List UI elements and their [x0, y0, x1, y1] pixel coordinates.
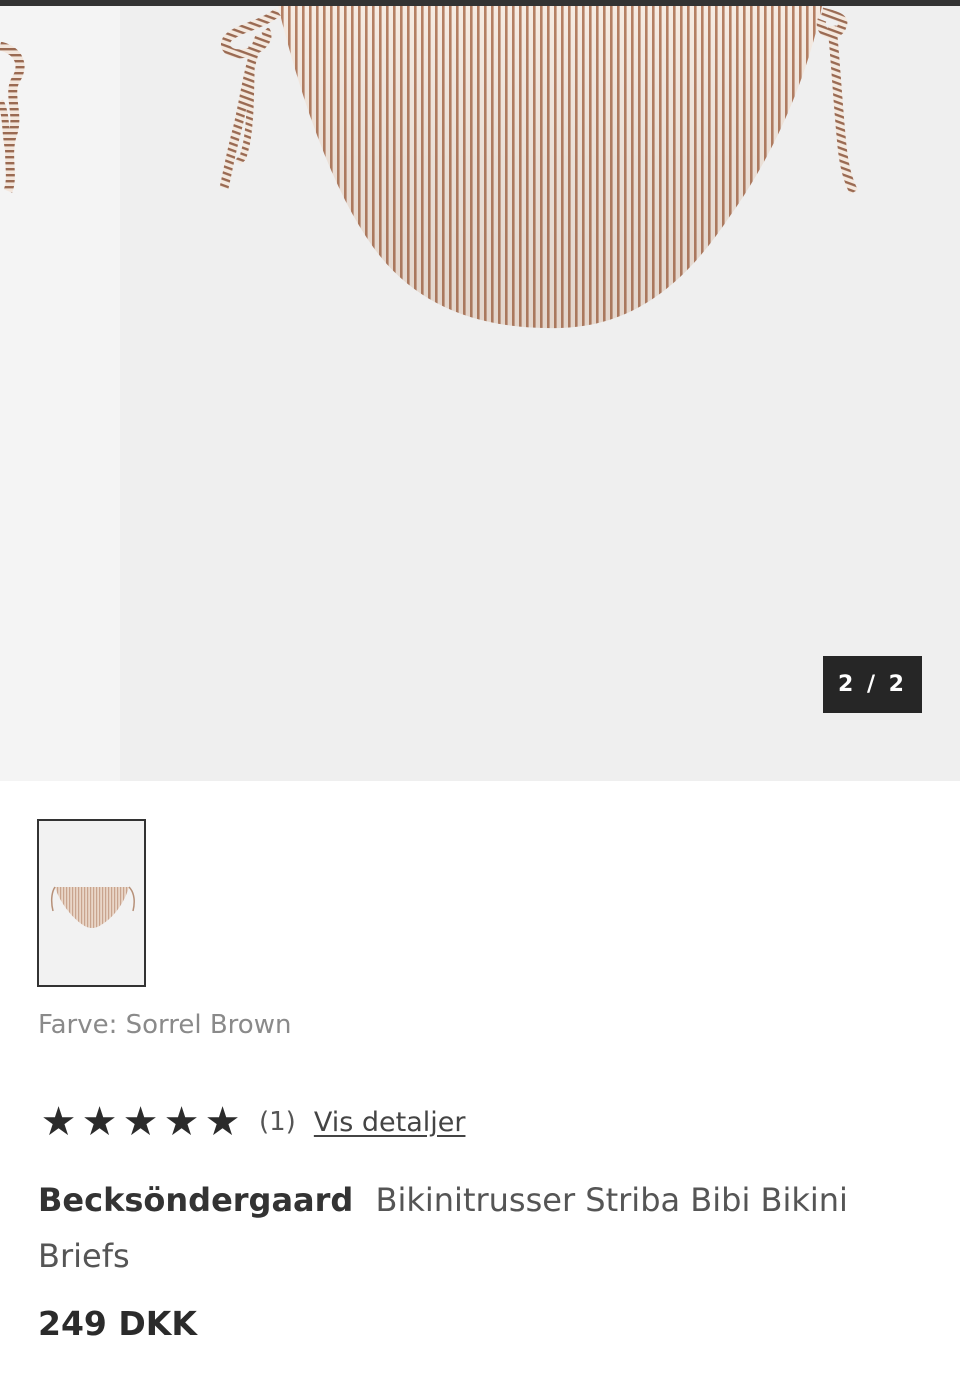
star-icon: ★: [81, 1099, 118, 1145]
thumbnail-sorrel-brown[interactable]: [37, 819, 146, 987]
review-count: (1): [259, 1107, 296, 1137]
product-rating: ★ ★ ★ ★ ★ (1) Vis detaljer: [38, 1098, 466, 1146]
slide-counter: 2 / 2: [823, 656, 922, 713]
thumbnail-product-image: [50, 886, 135, 928]
previous-slide-tie-image: [0, 41, 25, 193]
product-brand[interactable]: Becksöndergaard: [38, 1181, 353, 1219]
view-details-link[interactable]: Vis detaljer: [314, 1107, 466, 1138]
current-slide-image[interactable]: 2 / 2: [120, 6, 960, 781]
product-title: Becksöndergaard Bikinitrusser Striba Bib…: [38, 1172, 898, 1284]
star-icon: ★: [122, 1099, 159, 1145]
star-icon: ★: [204, 1099, 241, 1145]
product-image-gallery[interactable]: 2 / 2: [0, 6, 960, 781]
star-icon: ★: [163, 1099, 200, 1145]
star-icon: ★: [40, 1099, 77, 1145]
color-label: Farve: Sorrel Brown: [38, 1010, 292, 1040]
rating-stars: ★ ★ ★ ★ ★: [38, 1102, 243, 1142]
previous-slide-image[interactable]: [0, 6, 120, 781]
product-price: 249 DKK: [38, 1304, 197, 1343]
